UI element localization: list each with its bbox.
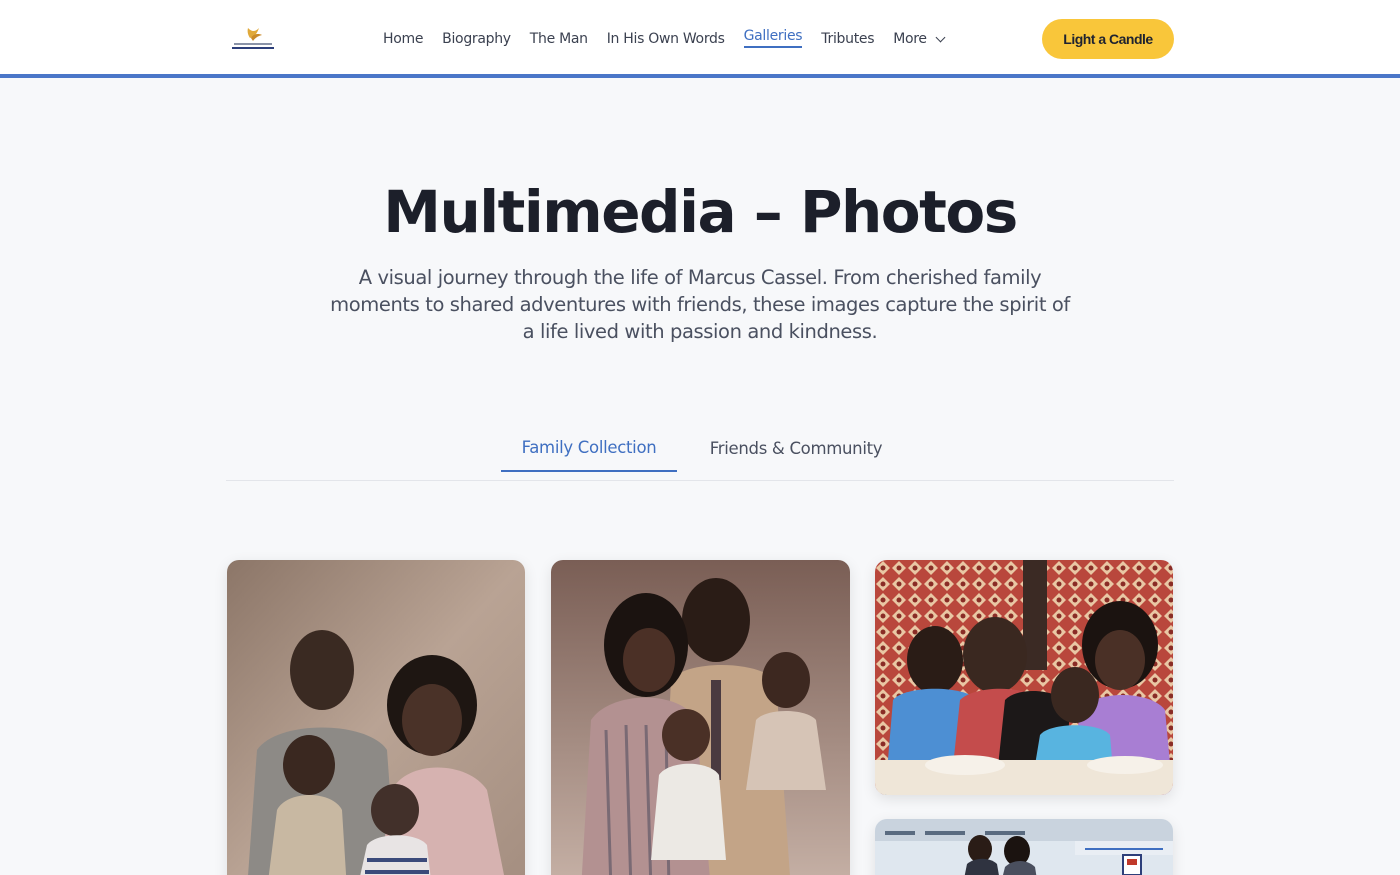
site-header: Home Biography The Man In His Own Words … [0, 0, 1400, 78]
chevron-down-icon [935, 32, 946, 42]
nav-galleries[interactable]: Galleries [743, 28, 803, 48]
dove-icon [232, 28, 274, 49]
family-dinner-icon [875, 560, 1173, 795]
nav-more-label: More [893, 31, 927, 47]
gallery-photo[interactable] [227, 560, 525, 875]
nav-biography[interactable]: Biography [442, 31, 511, 47]
cruise-ship-icon [875, 819, 1173, 875]
gallery-tabs: Family Collection Friends & Community [226, 424, 1174, 481]
nav-the-man[interactable]: The Man [530, 31, 588, 47]
gallery-photo[interactable] [875, 819, 1173, 875]
family-portrait-icon [551, 560, 850, 875]
gallery-photo[interactable] [551, 560, 850, 875]
nav-tributes[interactable]: Tributes [821, 31, 874, 47]
main-nav: Home Biography The Man In His Own Words … [383, 0, 963, 78]
family-portrait-icon [227, 560, 525, 875]
foundation-logo[interactable] [228, 24, 278, 54]
nav-more[interactable]: More [893, 31, 946, 47]
tab-friends-community[interactable]: Friends & Community [700, 424, 892, 472]
light-a-candle-button[interactable]: Light a Candle [1042, 19, 1174, 59]
page-title: Multimedia – Photos [383, 178, 1018, 246]
page-subtitle: A visual journey through the life of Mar… [330, 266, 1070, 343]
tab-family-collection[interactable]: Family Collection [501, 424, 677, 472]
gallery-photo[interactable] [875, 560, 1173, 795]
nav-home[interactable]: Home [383, 31, 423, 47]
nav-in-his-own-words[interactable]: In His Own Words [607, 31, 725, 47]
